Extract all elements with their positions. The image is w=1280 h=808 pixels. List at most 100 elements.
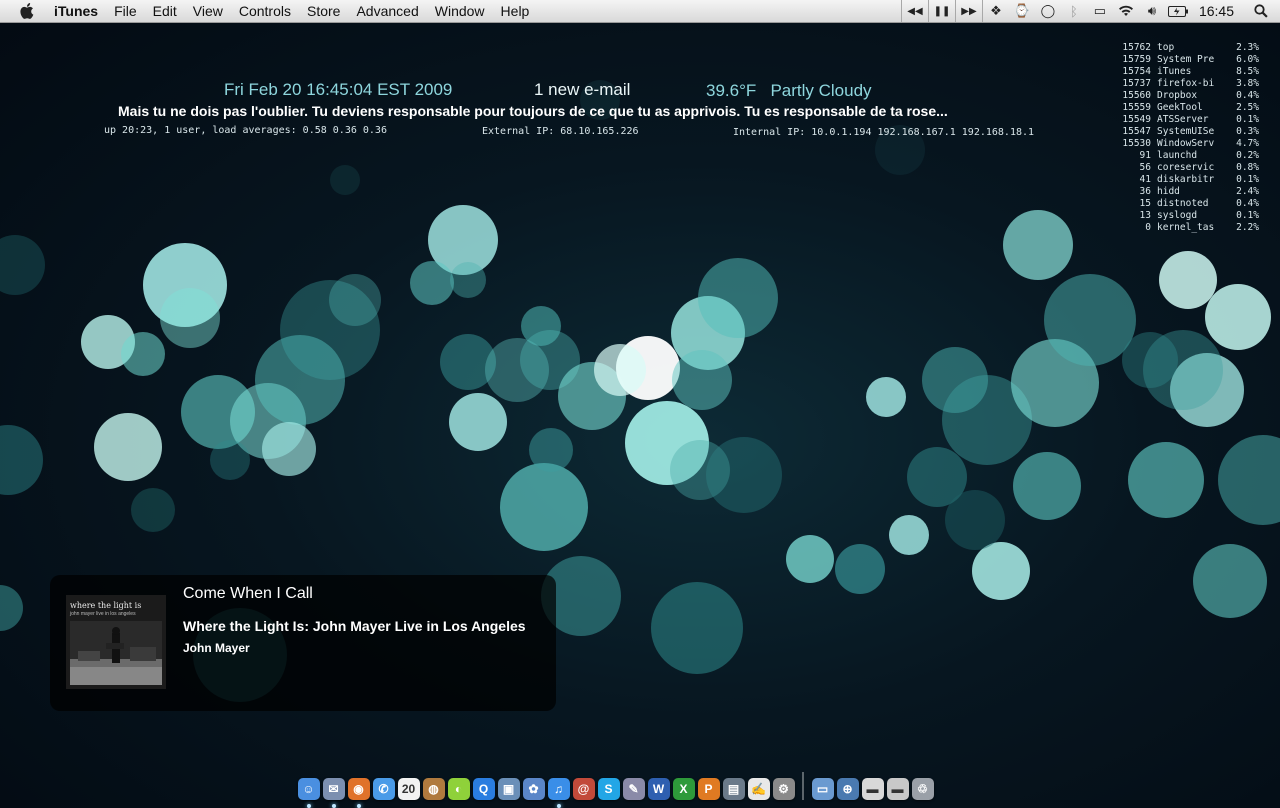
bokeh-circle <box>1128 442 1204 518</box>
process-pid: 0 <box>1145 222 1151 233</box>
network-icon[interactable]: ⊕ <box>836 778 859 800</box>
bokeh-circle <box>672 350 732 410</box>
menu-window[interactable]: Window <box>427 0 493 22</box>
ical-icon[interactable]: 20 <box>397 778 420 800</box>
volume-icon[interactable]: 🔊︎ <box>1139 0 1165 22</box>
process-cpu: 6.0% <box>1236 54 1259 65</box>
bluetooth-icon[interactable]: ᛒ <box>1061 0 1087 22</box>
process-pid: 15530 <box>1122 138 1151 149</box>
documents-icon[interactable]: ▬ <box>861 778 884 800</box>
geektool-datetime: Fri Feb 20 16:45:04 EST 2009 <box>224 80 453 99</box>
bokeh-circle <box>1193 544 1267 618</box>
process-pid: 15549 <box>1122 114 1151 125</box>
pause-icon[interactable]: ❚❚ <box>927 0 955 22</box>
process-row: 91 launchd 0.2% <box>1121 150 1259 162</box>
process-name: diskarbitr <box>1157 174 1215 185</box>
process-name: distnoted <box>1157 198 1209 209</box>
quicktime-icon[interactable]: Q <box>472 778 495 800</box>
process-pid: 56 <box>1139 162 1151 173</box>
process-row: 15530 WindowServ 4.7% <box>1121 138 1259 150</box>
address-book-icon[interactable]: @ <box>572 778 595 800</box>
menu-controls[interactable]: Controls <box>231 0 299 22</box>
bokeh-circle <box>0 425 43 495</box>
iphoto-icon[interactable]: ✿ <box>522 778 545 800</box>
word-icon[interactable]: W <box>647 778 670 800</box>
display-icon[interactable]: ▭ <box>1087 0 1113 22</box>
bokeh-circle <box>94 413 162 481</box>
bokeh-circle <box>262 422 316 476</box>
textedit-icon[interactable]: ✍ <box>747 778 770 800</box>
battery-icon[interactable] <box>1165 0 1191 22</box>
skype-icon[interactable]: S <box>597 778 620 800</box>
mail-icon[interactable]: ✉ <box>322 778 345 808</box>
process-row: 15547 SystemUISe 0.3% <box>1121 126 1259 138</box>
process-name: launchd <box>1157 150 1198 161</box>
geektool-uptime: up 20:23, 1 user, load averages: 0.58 0.… <box>104 125 387 136</box>
preview-icon[interactable]: ▣ <box>497 778 520 800</box>
bokeh-circle <box>131 488 175 532</box>
process-name: System Pre <box>1157 54 1215 65</box>
finder-icon[interactable]: ☺ <box>297 778 320 808</box>
process-row: 15559 GeekTool 2.5% <box>1121 102 1259 114</box>
bokeh-circle <box>786 535 834 583</box>
photo-browser-icon[interactable]: ▤ <box>722 778 745 800</box>
spotlight-icon[interactable] <box>1248 0 1274 22</box>
process-pid: 15762 <box>1122 42 1151 53</box>
applications-folder-icon[interactable]: ▭ <box>811 778 834 800</box>
process-cpu: 0.1% <box>1236 174 1259 185</box>
trash-icon[interactable]: ♲ <box>911 778 934 800</box>
process-name: GeekTool <box>1157 102 1203 113</box>
bokeh-circle <box>1205 284 1271 350</box>
process-cpu: 0.1% <box>1236 210 1259 221</box>
process-cpu: 0.4% <box>1236 198 1259 209</box>
chat-status-icon[interactable]: ◯ <box>1035 0 1061 22</box>
timemachine-icon[interactable]: ⌚ <box>1009 0 1035 22</box>
process-name: syslogd <box>1157 210 1198 221</box>
limewire-icon[interactable]: ◐ <box>447 778 470 800</box>
apple-icon[interactable] <box>18 2 36 20</box>
downloads-icon[interactable]: ▬ <box>886 778 909 800</box>
menu-advanced[interactable]: Advanced <box>348 0 426 22</box>
itunes-icon[interactable]: ♫ <box>547 778 570 808</box>
bokeh-circle <box>449 393 507 451</box>
ichat-icon[interactable]: ✆ <box>372 778 395 800</box>
weather-temperature: 39.6°F <box>706 81 757 100</box>
process-name: Dropbox <box>1157 90 1198 101</box>
process-row: 15549 ATSServer 0.1% <box>1121 114 1259 126</box>
next-track-icon[interactable]: ▶▶ <box>954 0 983 22</box>
adium-icon[interactable]: ◍ <box>422 778 445 800</box>
menu-store[interactable]: Store <box>299 0 348 22</box>
process-cpu: 0.2% <box>1236 150 1259 161</box>
notification-track-title: Come When I Call <box>183 585 313 602</box>
bokeh-circle <box>450 262 486 298</box>
bokeh-circle <box>594 344 646 396</box>
script-editor-icon[interactable]: ✎ <box>622 778 645 800</box>
menu-file[interactable]: File <box>106 0 145 22</box>
weather-condition: Partly Cloudy <box>770 81 872 100</box>
notification-artist: John Mayer <box>183 641 250 655</box>
powerpoint-icon[interactable]: P <box>697 778 720 800</box>
menu-help[interactable]: Help <box>493 0 538 22</box>
dropbox-icon[interactable]: ❖ <box>983 0 1009 22</box>
geektool-internal-ip: Internal IP: 10.0.1.194 192.168.167.1 19… <box>733 127 1035 138</box>
process-pid: 41 <box>1139 174 1151 185</box>
process-row: 15762 top 2.3% <box>1121 42 1259 54</box>
menu-edit[interactable]: Edit <box>145 0 185 22</box>
wifi-icon[interactable] <box>1113 0 1139 22</box>
process-pid: 36 <box>1139 186 1151 197</box>
process-pid: 91 <box>1139 150 1151 161</box>
process-row: 0 kernel_tas 2.2% <box>1121 222 1259 234</box>
process-cpu: 2.3% <box>1236 42 1259 53</box>
process-row: 36 hidd 2.4% <box>1121 186 1259 198</box>
album-artwork-title: where the light is <box>70 601 142 610</box>
menu-clock[interactable]: 16:45 <box>1191 3 1248 19</box>
bokeh-circle <box>0 585 23 631</box>
system-preferences-icon[interactable]: ⚙ <box>772 778 795 800</box>
firefox-icon[interactable]: ◉ <box>347 778 370 808</box>
menu-view[interactable]: View <box>185 0 231 22</box>
now-playing-notification[interactable]: where the light is john mayer live in lo… <box>50 575 556 711</box>
running-indicator <box>356 804 361 808</box>
menu-itunes[interactable]: iTunes <box>46 0 106 22</box>
excel-icon[interactable]: X <box>672 778 695 800</box>
previous-track-icon[interactable]: ◀◀ <box>900 0 928 22</box>
